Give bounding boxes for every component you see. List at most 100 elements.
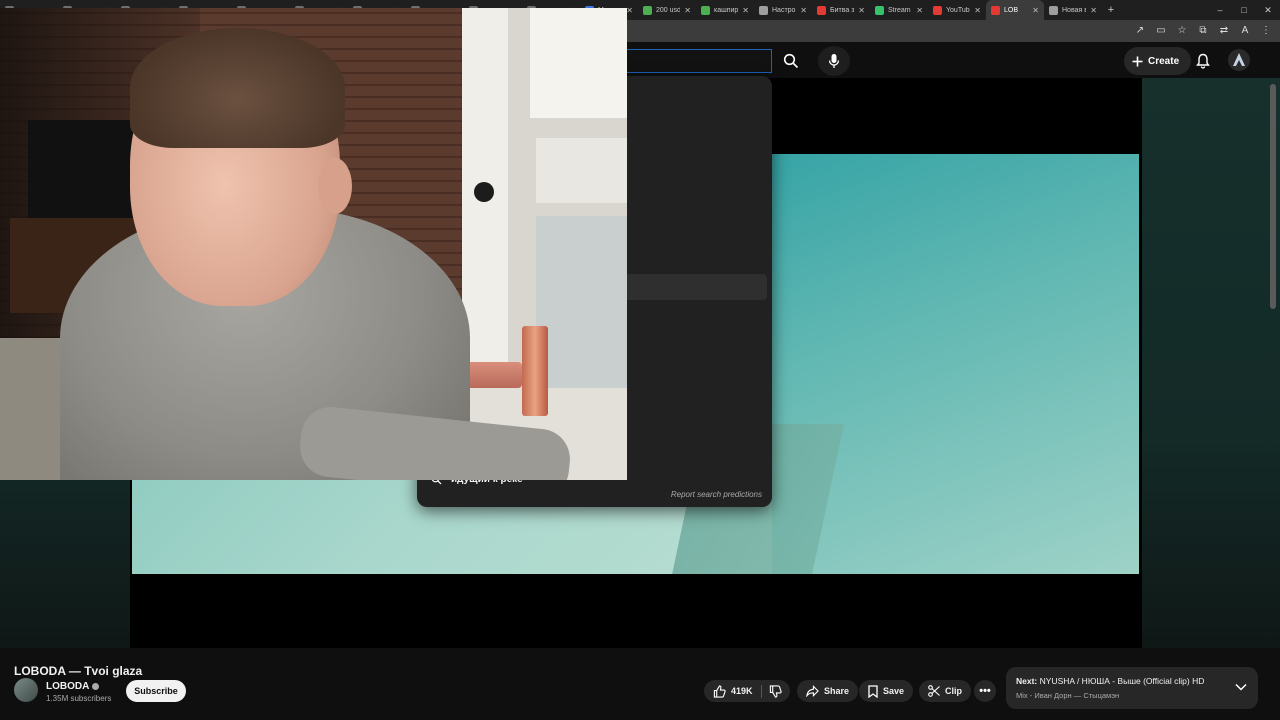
close-window-button[interactable]: ✕	[1256, 0, 1280, 20]
webcam-overlay	[0, 8, 627, 480]
microphone-icon	[828, 54, 840, 68]
cast-icon[interactable]: ▭	[1155, 24, 1167, 36]
tab-label: Настрой	[772, 6, 796, 14]
minimize-button[interactable]: –	[1208, 0, 1232, 20]
tab-close-icon[interactable]: ✕	[626, 6, 633, 15]
tv-screen	[28, 120, 140, 218]
tab-favicon-icon	[643, 5, 652, 15]
bell-icon	[1196, 53, 1210, 69]
tab-label: 200 usd	[656, 6, 681, 14]
window-pane	[536, 216, 627, 406]
person-hair	[130, 28, 345, 148]
notifications-button[interactable]	[1190, 48, 1216, 74]
tab-close-icon[interactable]: ✕	[1090, 6, 1097, 15]
tab-label: кашпир	[714, 6, 739, 14]
kebab-menu-icon[interactable]: ⋮	[1260, 24, 1272, 36]
person-ear	[318, 158, 352, 214]
next-video-title: NYUSHA / НЮША - Выше (Official clip) HD	[1039, 676, 1205, 686]
verified-badge-icon	[92, 683, 100, 690]
user-avatar-icon	[1233, 53, 1245, 66]
create-button[interactable]: Create	[1124, 47, 1192, 75]
bookmark-icon	[868, 684, 878, 698]
next-video-subtitle: Mix - Иван Дорн — Стыцамэн	[1016, 691, 1120, 700]
star-icon[interactable]: ☆	[1176, 24, 1188, 36]
tab-favicon-icon	[1049, 5, 1058, 15]
tab-close-icon[interactable]: ✕	[684, 6, 691, 15]
voice-search-button[interactable]	[818, 46, 850, 76]
clip-label: Clip	[945, 686, 962, 696]
page-scrollbar[interactable]	[1270, 84, 1276, 309]
save-button[interactable]: Save	[859, 680, 914, 702]
browser-tab[interactable]: 200 usd ✕	[638, 0, 696, 20]
video-sky	[772, 154, 1139, 574]
browser-tab[interactable]: Новая в ✕	[1044, 0, 1102, 20]
tab-close-icon[interactable]: ✕	[1032, 6, 1039, 15]
share-button[interactable]: Share	[797, 680, 859, 702]
window-controls: – □ ✕	[1208, 0, 1280, 20]
window-pane	[536, 138, 627, 203]
like-count: 419K	[731, 686, 753, 696]
tab-close-icon[interactable]: ✕	[858, 6, 865, 15]
dislike-button[interactable]	[767, 684, 790, 698]
browser-tab[interactable]: YouTube ✕	[928, 0, 986, 20]
maximize-button[interactable]: □	[1232, 0, 1256, 20]
browser-tab[interactable]: Битва з ✕	[812, 0, 870, 20]
subscriber-count: 1.35M subscribers	[46, 694, 112, 703]
new-tab-button[interactable]: +	[1102, 4, 1120, 16]
plus-icon	[1132, 56, 1143, 66]
browser-tab[interactable]: Настрой ✕	[754, 0, 812, 20]
tab-favicon-icon	[817, 5, 826, 15]
toolbar-icons: ↗ ▭ ☆ ⧉ ⇄ A ⋮	[1134, 24, 1272, 36]
share-label: Share	[824, 686, 850, 696]
like-dislike-group: 419K	[704, 680, 790, 702]
door-knob	[474, 182, 494, 202]
tab-close-icon[interactable]: ✕	[800, 6, 807, 15]
clip-button[interactable]: Clip	[919, 680, 971, 702]
tab-favicon-icon	[991, 5, 1000, 15]
more-actions-button[interactable]: •••	[974, 680, 996, 702]
tab-label: Битва з	[830, 6, 855, 14]
browser-tab[interactable]: кашпир ✕	[696, 0, 754, 20]
next-prefix: Next:	[1016, 676, 1038, 686]
share-icon	[806, 685, 819, 697]
thumbs-up-icon	[713, 684, 726, 698]
tab-label: YouTube	[946, 6, 970, 14]
tab-close-icon[interactable]: ✕	[742, 6, 749, 15]
tab-favicon-icon	[701, 5, 710, 15]
report-predictions-link[interactable]: Report search predictions	[671, 490, 762, 499]
external-link-icon[interactable]: ↗	[1134, 24, 1146, 36]
video-title: LOBODA — Tvoi glaza	[14, 664, 143, 678]
scissors-icon	[928, 685, 940, 697]
subscribe-button[interactable]: Subscribe	[126, 680, 186, 702]
expand-next-button[interactable]	[1234, 680, 1248, 694]
next-video-card[interactable]: Next: NYUSHA / НЮША - Выше (Official cli…	[1006, 667, 1258, 709]
create-label: Create	[1148, 55, 1180, 67]
channel-name-text: LOBODA	[46, 681, 90, 692]
tab-close-icon[interactable]: ✕	[916, 6, 923, 15]
save-label: Save	[883, 686, 905, 696]
profile-icon[interactable]: A	[1239, 24, 1251, 36]
search-button[interactable]	[772, 49, 810, 73]
account-avatar[interactable]	[1228, 49, 1250, 71]
channel-name[interactable]: LOBODA	[46, 681, 100, 692]
chevron-down-icon	[1235, 683, 1247, 691]
spray-can-lying	[462, 362, 522, 388]
tab-favicon-icon	[933, 5, 942, 15]
next-video-line: Next: NYUSHA / НЮША - Выше (Official cli…	[1016, 676, 1204, 686]
tab-label: Stream	[888, 6, 911, 14]
video-metadata: LOBODA — Tvoi glaza LOBODA 1.35M subscri…	[0, 648, 1280, 720]
tab-close-icon[interactable]: ✕	[974, 6, 981, 15]
tab-favicon-icon	[875, 5, 884, 15]
tab-label: LOB	[1004, 6, 1019, 14]
spray-can	[522, 326, 548, 416]
channel-avatar[interactable]	[14, 678, 38, 702]
search-icon	[783, 53, 799, 69]
tab-label: Новая в	[1062, 6, 1087, 14]
extensions-icon[interactable]: ⧉	[1197, 24, 1209, 36]
browser-tab[interactable]: Stream ✕	[870, 0, 928, 20]
screen: ✕✕✕✕✕✕✕✕✕✕Мессен✕200 usd✕кашпир✕Настрой✕…	[0, 0, 1280, 720]
thumbs-down-icon	[769, 684, 782, 698]
like-button[interactable]: 419K	[713, 684, 762, 698]
browser-tab[interactable]: LOB ✕	[986, 0, 1044, 20]
translate-icon[interactable]: ⇄	[1218, 24, 1230, 36]
